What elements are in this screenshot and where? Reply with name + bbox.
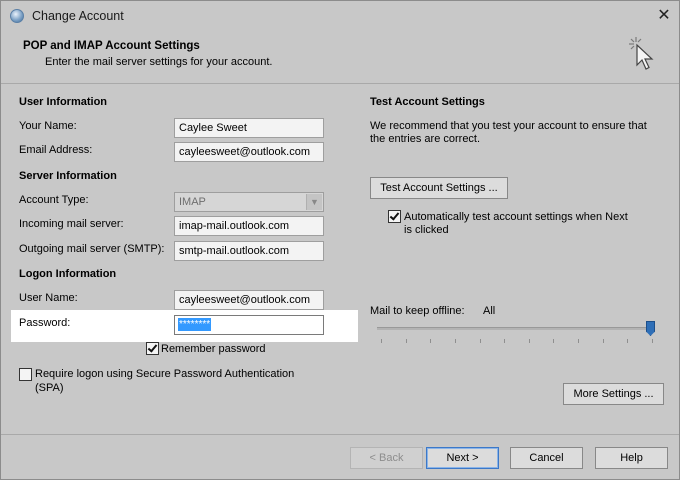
close-icon[interactable]: ✕: [653, 5, 675, 27]
back-button[interactable]: < Back: [350, 447, 423, 469]
server-info-heading: Server Information: [19, 170, 117, 182]
auto-test-label-line1: Automatically test account settings when…: [404, 211, 628, 223]
account-type-combo: IMAP ▼: [174, 192, 324, 212]
slider-tick: [553, 339, 555, 343]
password-label: Password:: [19, 317, 71, 329]
your-name-field[interactable]: Caylee Sweet: [174, 118, 324, 138]
email-address-label: Email Address:: [19, 144, 93, 156]
slider-tick: [381, 339, 382, 343]
slider-tick: [479, 339, 481, 343]
header-subtitle: Enter the mail server settings for your …: [45, 56, 273, 68]
combo-arrow-icon: ▼: [306, 194, 322, 210]
slider-tick: [652, 339, 653, 343]
title-bar: Change Account ✕: [1, 1, 679, 31]
wizard-cursor-icon: [627, 35, 657, 78]
check-icon: [389, 210, 400, 221]
outgoing-server-label: Outgoing mail server (SMTP):: [19, 243, 165, 255]
auto-test-checkbox[interactable]: [388, 210, 401, 223]
incoming-server-field[interactable]: imap-mail.outlook.com: [174, 216, 324, 236]
slider-tick: [504, 339, 506, 343]
dialog-footer: < Back Next > Cancel Help: [1, 435, 679, 479]
test-account-settings-button[interactable]: Test Account Settings ...: [370, 177, 508, 199]
window-title: Change Account: [32, 9, 124, 23]
password-field[interactable]: ********: [174, 315, 324, 335]
slider-tick: [528, 339, 530, 343]
dialog-header: POP and IMAP Account Settings Enter the …: [1, 31, 679, 83]
logon-info-heading: Logon Information: [19, 268, 117, 280]
offline-value: All: [483, 305, 496, 317]
password-selected-text: ********: [178, 318, 212, 331]
incoming-server-label: Incoming mail server:: [19, 218, 124, 230]
spa-checkbox[interactable]: [19, 368, 32, 381]
remember-password-label: Remember password: [161, 343, 266, 355]
auto-test-label-line2: is clicked: [404, 224, 449, 236]
more-settings-button[interactable]: More Settings ...: [563, 383, 664, 405]
test-desc-line2: the entries are correct.: [370, 133, 481, 145]
test-desc-line1: We recommend that you test your account …: [370, 120, 647, 132]
change-account-dialog: Change Account ✕ POP and IMAP Account Se…: [0, 0, 680, 480]
account-type-value: IMAP: [179, 196, 206, 208]
check-icon: [147, 342, 158, 353]
outlook-app-icon: [10, 9, 24, 23]
user-name-field[interactable]: cayleesweet@outlook.com: [174, 290, 324, 310]
slider-tick: [405, 339, 407, 343]
slider-tick: [578, 339, 580, 343]
account-type-label: Account Type:: [19, 194, 89, 206]
settings-content: User Information Your Name: Caylee Sweet…: [1, 84, 679, 434]
outgoing-server-field[interactable]: smtp-mail.outlook.com: [174, 241, 324, 261]
header-title: POP and IMAP Account Settings: [23, 40, 200, 52]
slider-tick: [430, 339, 432, 343]
next-button[interactable]: Next >: [426, 447, 499, 469]
your-name-label: Your Name:: [19, 120, 77, 132]
help-button[interactable]: Help: [595, 447, 668, 469]
offline-label: Mail to keep offline:: [370, 305, 465, 317]
spa-label-line2: (SPA): [35, 382, 64, 394]
slider-tick: [454, 339, 456, 343]
spa-label-line1: Require logon using Secure Password Auth…: [35, 368, 295, 380]
user-name-label: User Name:: [19, 292, 78, 304]
test-settings-heading: Test Account Settings: [370, 96, 485, 108]
slider-tick: [602, 339, 604, 343]
slider-tick: [627, 339, 629, 343]
remember-password-checkbox[interactable]: [146, 342, 159, 355]
user-info-heading: User Information: [19, 96, 108, 108]
offline-slider-track[interactable]: [377, 327, 655, 330]
email-address-field[interactable]: cayleesweet@outlook.com: [174, 142, 324, 162]
cancel-button[interactable]: Cancel: [510, 447, 583, 469]
offline-slider-thumb[interactable]: [646, 321, 655, 336]
